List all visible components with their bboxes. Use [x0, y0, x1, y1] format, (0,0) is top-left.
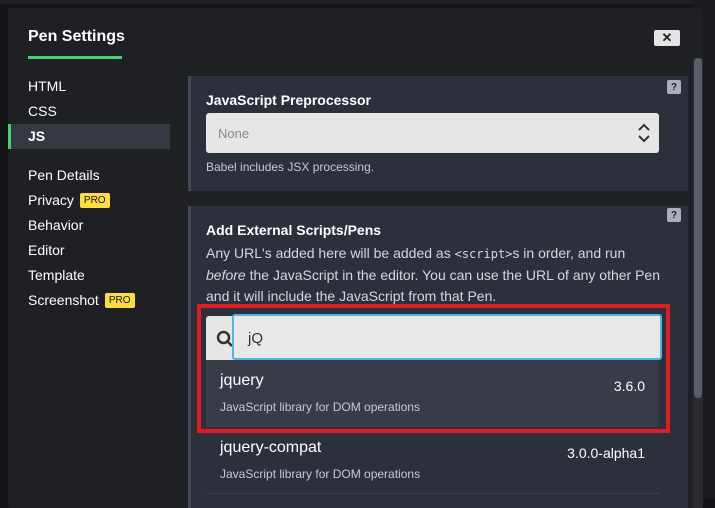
sidebar-item-html[interactable]: HTML: [8, 74, 170, 99]
pro-badge: PRO: [104, 293, 135, 308]
scrollbar-thumb[interactable]: [694, 58, 702, 398]
background-editor-strip: [0, 0, 715, 4]
title-underline: [28, 56, 122, 59]
preprocessor-selected-value: None: [218, 125, 250, 141]
pro-badge: PRO: [79, 193, 110, 208]
sidebar-item-label: Privacy: [28, 192, 74, 208]
sidebar-item-privacy[interactable]: Privacy PRO: [8, 188, 170, 213]
sidebar-item-js[interactable]: JS: [8, 124, 170, 149]
sidebar-item-label: JS: [28, 128, 46, 144]
external-scripts-description: Any URL's added here will be added as <s…: [206, 245, 661, 304]
sidebar-item-template[interactable]: Template: [8, 263, 170, 288]
search-input[interactable]: jQ: [232, 314, 662, 360]
pen-settings-modal: Pen Settings ✕ HTML CSS JS Pen Details P…: [8, 8, 703, 508]
search-results-dropdown: jquery JavaScript library for DOM operat…: [206, 360, 659, 494]
sidebar-item-css[interactable]: CSS: [8, 99, 170, 124]
modal-title: Pen Settings: [28, 28, 125, 45]
external-scripts-heading: Add External Scripts/Pens: [206, 222, 382, 238]
sidebar-item-label: HTML: [28, 78, 67, 94]
modal-header: Pen Settings ✕: [8, 8, 703, 64]
sidebar-item-label: Editor: [28, 242, 65, 258]
sidebar-item-behavior[interactable]: Behavior: [8, 213, 170, 238]
list-item[interactable]: jquery JavaScript library for DOM operat…: [206, 360, 659, 427]
preprocessor-hint: Babel includes JSX processing.: [206, 160, 375, 174]
sidebar-item-editor[interactable]: Editor: [8, 238, 170, 263]
result-version: 3.6.0: [613, 378, 645, 394]
preprocessor-heading: JavaScript Preprocessor: [206, 92, 371, 108]
help-icon[interactable]: ?: [667, 80, 681, 94]
preprocessor-select[interactable]: None: [206, 113, 659, 153]
sidebar-item-label: Template: [28, 267, 85, 283]
help-icon[interactable]: ?: [667, 208, 681, 222]
sidebar-item-screenshot[interactable]: Screenshot PRO: [8, 288, 170, 313]
sidebar-item-label: Behavior: [28, 217, 84, 233]
sidebar-item-label: CSS: [28, 103, 57, 119]
select-arrows-icon: [638, 123, 650, 143]
result-description: JavaScript library for DOM operations: [220, 467, 421, 481]
result-version: 3.0.0-alpha1: [567, 445, 645, 461]
result-name: jquery: [220, 372, 264, 389]
settings-sidebar: HTML CSS JS Pen Details Privacy PRO Behav…: [8, 74, 170, 313]
sidebar-item-label: Pen Details: [28, 167, 100, 183]
close-button[interactable]: ✕: [654, 30, 680, 46]
list-item[interactable]: jquery-compat JavaScript library for DOM…: [206, 427, 659, 494]
result-description: JavaScript library for DOM operations: [220, 400, 421, 414]
sidebar-item-label: Screenshot: [28, 292, 99, 308]
sidebar-item-pen-details[interactable]: Pen Details: [8, 163, 170, 188]
modal-scrollbar[interactable]: [693, 58, 703, 508]
js-preprocessor-panel: ? JavaScript Preprocessor None Babel inc…: [188, 76, 688, 191]
result-name: jquery-compat: [220, 439, 322, 456]
